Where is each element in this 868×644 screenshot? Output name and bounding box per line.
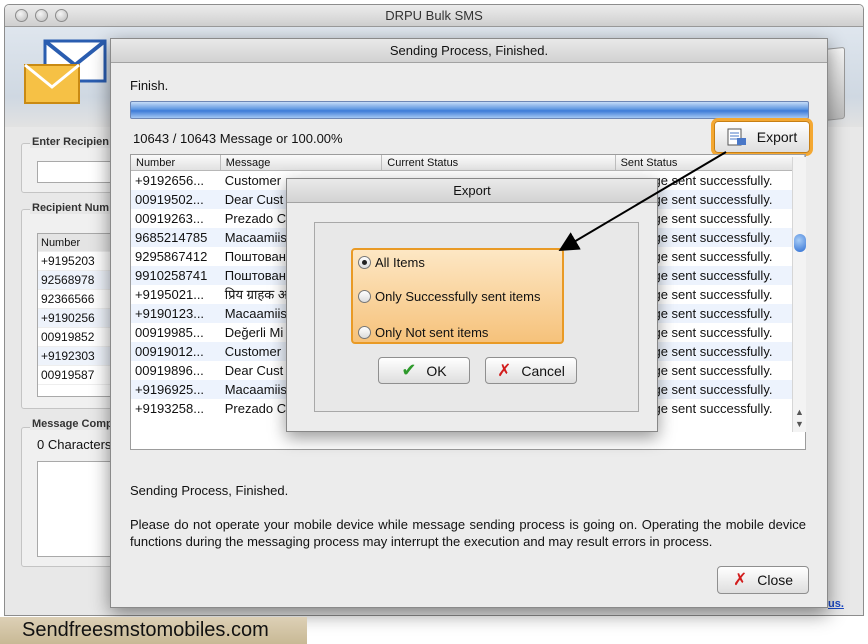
number-column-header: Number bbox=[38, 234, 116, 252]
zoom-window-icon[interactable] bbox=[55, 9, 68, 22]
table-cell: +9196925... bbox=[135, 382, 205, 397]
title-bar: DRPU Bulk SMS bbox=[5, 5, 863, 27]
window-title: DRPU Bulk SMS bbox=[385, 8, 483, 23]
cancel-x-icon: ✗ bbox=[497, 360, 512, 380]
background-link[interactable]: us. bbox=[828, 598, 844, 610]
radio-successfully-sent[interactable]: Only Successfully sent items bbox=[358, 289, 540, 304]
close-button[interactable]: ✗ Close bbox=[717, 566, 809, 594]
table-cell: 9685214785 bbox=[135, 230, 208, 245]
column-header-message[interactable]: Message bbox=[221, 155, 383, 170]
close-x-icon: ✗ bbox=[732, 570, 748, 589]
scroll-down-icon[interactable]: ▼ bbox=[795, 419, 804, 429]
column-header-number[interactable]: Number bbox=[131, 155, 221, 170]
column-header-sent-status[interactable]: Sent Status bbox=[616, 155, 805, 170]
cancel-button[interactable]: ✗ Cancel bbox=[485, 357, 577, 384]
list-item[interactable]: 00919587 bbox=[38, 366, 116, 385]
progress-fill bbox=[131, 102, 808, 118]
export-dialog: Export All Items Only Successfully sent … bbox=[286, 178, 658, 432]
list-item[interactable]: 92568978 bbox=[38, 271, 116, 290]
column-header-current-status[interactable]: Current Status bbox=[382, 155, 616, 170]
recipient-number-label: Recipient Num bbox=[30, 202, 112, 214]
cancel-button-label: Cancel bbox=[521, 362, 565, 379]
table-cell: 9910258741 bbox=[135, 268, 208, 283]
ok-button-label: OK bbox=[426, 362, 447, 379]
radio-button-icon[interactable] bbox=[358, 326, 371, 339]
window-controls bbox=[15, 9, 68, 22]
recipient-number-list[interactable]: Number +9195203 92568978 92366566 +91902… bbox=[37, 233, 117, 397]
table-cell: +9190123... bbox=[135, 306, 205, 321]
ok-button[interactable]: ✔ OK bbox=[378, 357, 470, 384]
radio-successfully-sent-label: Only Successfully sent items bbox=[375, 289, 541, 304]
table-header: Number Message Current Status Sent Statu… bbox=[131, 155, 805, 171]
export-document-icon bbox=[727, 128, 746, 146]
table-cell: 9295867412 bbox=[135, 249, 208, 264]
table-cell: 00919985... bbox=[135, 325, 204, 340]
sheet-title: Sending Process, Finished. bbox=[111, 39, 827, 63]
finish-label: Finish. bbox=[130, 78, 169, 93]
radio-all-items-label: All Items bbox=[375, 255, 425, 270]
radio-not-sent-label: Only Not sent items bbox=[375, 325, 489, 340]
table-cell: +9193258... bbox=[135, 401, 205, 416]
message-textarea[interactable] bbox=[37, 461, 117, 557]
export-button-label: Export bbox=[756, 129, 798, 145]
table-cell: 00919896... bbox=[135, 363, 204, 378]
watermark-banner: Sendfreesmstomobiles.com bbox=[0, 617, 307, 644]
recipient-input[interactable] bbox=[37, 161, 117, 183]
export-dialog-title: Export bbox=[287, 179, 657, 203]
list-item[interactable]: +9192303 bbox=[38, 347, 116, 366]
close-window-icon[interactable] bbox=[15, 9, 28, 22]
list-item[interactable]: 00919852 bbox=[38, 328, 116, 347]
list-item[interactable]: 92366566 bbox=[38, 290, 116, 309]
export-button[interactable]: Export bbox=[714, 121, 810, 153]
scrollbar-thumb[interactable] bbox=[794, 234, 806, 252]
checkmark-icon: ✔ bbox=[401, 360, 417, 380]
table-cell: 00919263... bbox=[135, 211, 204, 226]
process-status-text: Sending Process, Finished. bbox=[130, 483, 289, 498]
table-cell: +9192656... bbox=[135, 173, 205, 188]
table-scrollbar[interactable]: ▲ ▼ bbox=[792, 157, 806, 432]
table-cell: 00919012... bbox=[135, 344, 204, 359]
message-composer-label: Message Comp bbox=[30, 418, 115, 430]
radio-button-icon[interactable] bbox=[358, 290, 371, 303]
minimize-window-icon[interactable] bbox=[35, 9, 48, 22]
radio-button-icon[interactable] bbox=[358, 256, 371, 269]
close-button-label: Close bbox=[757, 572, 794, 588]
radio-all-items[interactable]: All Items bbox=[358, 255, 425, 270]
table-cell: +9195021... bbox=[135, 287, 205, 302]
envelope-logo-icon bbox=[24, 39, 107, 104]
table-cell: 00919502... bbox=[135, 192, 204, 207]
characters-count: 0 Characters bbox=[37, 437, 112, 452]
message-count: 10643 / 10643 Message or 100.00% bbox=[133, 131, 343, 146]
export-options-group: All Items Only Successfully sent items O… bbox=[314, 222, 639, 412]
enter-recipient-label: Enter Recipien bbox=[30, 136, 112, 148]
scroll-up-icon[interactable]: ▲ bbox=[795, 407, 804, 417]
list-item[interactable]: +9195203 bbox=[38, 252, 116, 271]
warning-text: Please do not operate your mobile device… bbox=[130, 517, 806, 549]
progress-bar bbox=[130, 101, 809, 119]
radio-not-sent[interactable]: Only Not sent items bbox=[358, 325, 488, 340]
list-item[interactable]: +9190256 bbox=[38, 309, 116, 328]
export-options-highlight: All Items Only Successfully sent items O… bbox=[351, 248, 564, 344]
